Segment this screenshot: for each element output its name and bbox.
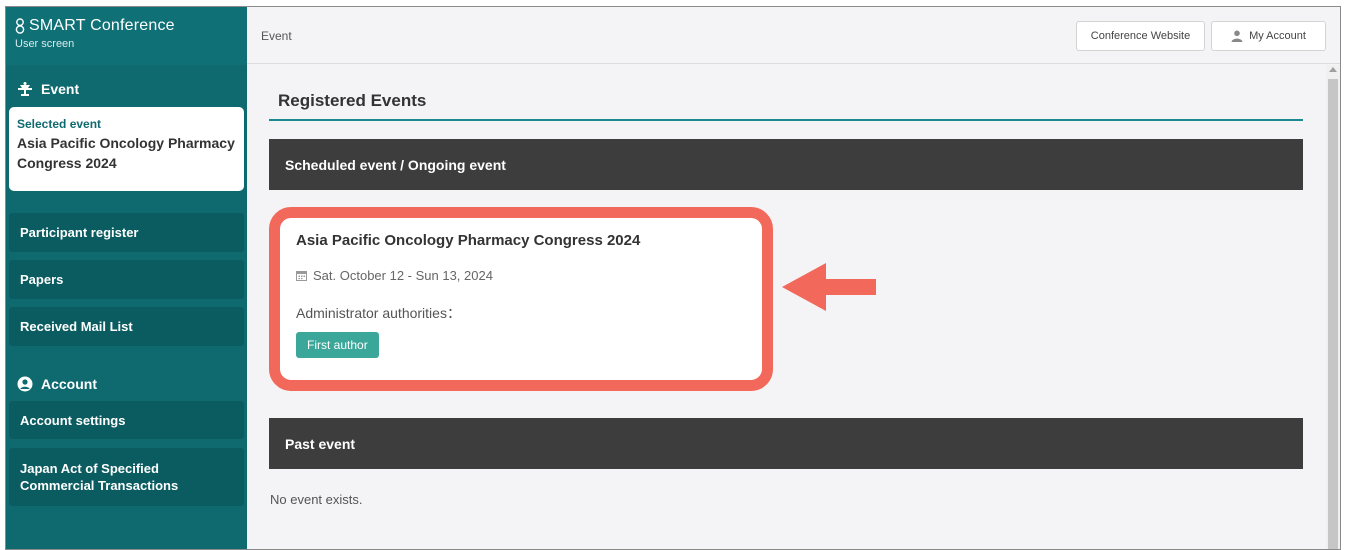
selected-event-card[interactable]: Selected event Asia Pacific Oncology Pha… — [9, 107, 244, 191]
sidebar: SMART Conference User screen Event Selec… — [6, 7, 247, 549]
conference-website-button[interactable]: Conference Website — [1076, 21, 1205, 51]
selected-event-name: Asia Pacific Oncology Pharmacy Congress … — [17, 135, 235, 171]
event-card[interactable]: Asia Pacific Oncology Pharmacy Congress … — [269, 207, 773, 391]
sidebar-item-label: Papers — [20, 272, 64, 287]
selected-event-label: Selected event — [17, 117, 102, 131]
sidebar-item-label: Received Mail List — [20, 319, 133, 334]
my-account-button[interactable]: My Account — [1211, 21, 1326, 51]
role-badge: First author — [296, 332, 379, 358]
sidebar-item-participant-register[interactable]: Participant register — [9, 213, 244, 252]
podium-icon — [17, 81, 33, 97]
main-content: Registered Events Scheduled event / Ongo… — [247, 65, 1326, 549]
sidebar-item-label: Account settings — [20, 412, 126, 428]
breadcrumb: Event — [261, 29, 292, 43]
past-events-header: Past event — [269, 418, 1303, 469]
calendar-icon — [296, 271, 307, 281]
past-events-label: Past event — [285, 435, 356, 452]
scheduled-events-header: Scheduled event / Ongoing event — [269, 139, 1303, 190]
event-date: Sat. October 12 - Sun 13, 2024 — [296, 268, 762, 283]
app-window: SMART Conference User screen Event Selec… — [5, 6, 1341, 550]
my-account-label: My Account — [1249, 30, 1306, 42]
brand-title: SMART Conference — [15, 17, 247, 35]
title-divider — [269, 119, 1303, 121]
person-icon — [1231, 30, 1243, 42]
conference-website-label: Conference Website — [1090, 30, 1191, 42]
arrow-left-icon — [782, 263, 876, 311]
sidebar-item-label: Participant register — [20, 225, 139, 240]
sidebar-item-received-mail-list[interactable]: Received Mail List — [9, 307, 244, 346]
sidebar-item-account-settings[interactable]: Account settings — [9, 401, 244, 439]
account-section-label: Account — [41, 376, 97, 392]
page-title: Registered Events — [278, 91, 427, 110]
administrator-authorities-label: Administrator authorities： — [296, 305, 461, 321]
sidebar-item-label: Japan Act of Specified Commercial Transa… — [20, 461, 179, 493]
brand[interactable]: SMART Conference User screen — [6, 7, 247, 65]
event-date-text: Sat. October 12 - Sun 13, 2024 — [313, 268, 493, 283]
brand-name: SMART Conference — [29, 17, 175, 34]
eight-logo-icon — [15, 18, 25, 34]
user-circle-icon — [17, 376, 33, 392]
no-event-message: No event exists. — [270, 492, 363, 507]
event-title[interactable]: Asia Pacific Oncology Pharmacy Congress … — [296, 232, 762, 249]
event-section-label: Event — [41, 81, 80, 97]
account-section-header: Account — [6, 369, 247, 399]
scroll-up-icon[interactable] — [1329, 67, 1337, 72]
vertical-scrollbar[interactable] — [1326, 65, 1340, 549]
brand-subtitle: User screen — [15, 38, 75, 50]
topbar: Event Conference Website My Account — [247, 7, 1340, 64]
event-section-header: Event — [6, 74, 247, 104]
sidebar-item-japan-act[interactable]: Japan Act of Specified Commercial Transa… — [9, 448, 244, 506]
sidebar-item-papers[interactable]: Papers — [9, 260, 244, 299]
scrollbar-thumb[interactable] — [1328, 79, 1338, 549]
scheduled-events-label: Scheduled event / Ongoing event — [285, 156, 506, 173]
